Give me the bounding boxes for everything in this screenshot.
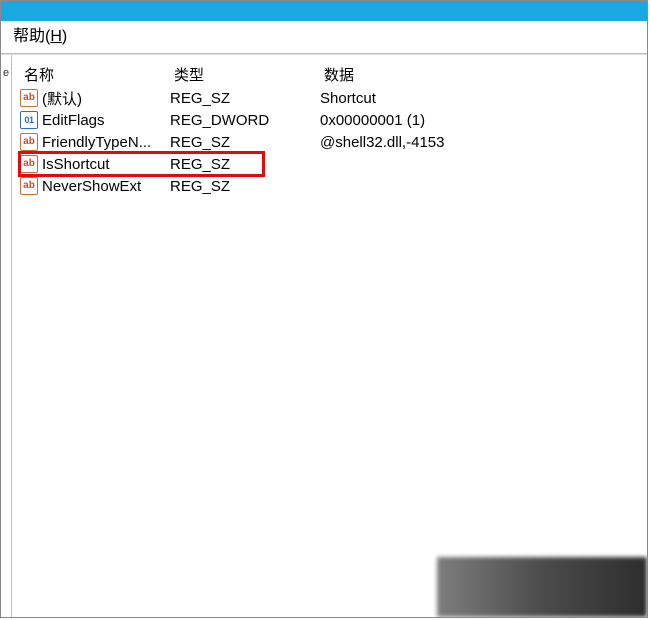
cell-name: (默认) xyxy=(18,88,170,109)
value-row[interactable]: NeverShowExt REG_SZ xyxy=(18,175,647,197)
column-headers: 名称 类型 数据 xyxy=(18,55,647,87)
value-name: NeverShowExt xyxy=(42,178,141,195)
value-name: EditFlags xyxy=(42,112,105,129)
cell-name: EditFlags xyxy=(18,111,170,129)
window-frame: 帮助(H) e 名称 类型 数据 (默认)REG_SZShortcutEditF… xyxy=(0,0,648,618)
cell-type: REG_SZ xyxy=(170,178,320,195)
cell-data: 0x00000001 (1) xyxy=(320,112,647,129)
value-name: (默认) xyxy=(42,88,82,109)
menu-help-label: 帮助 xyxy=(13,28,45,45)
cell-type: REG_DWORD xyxy=(170,112,320,129)
client-area: e 名称 类型 数据 (默认)REG_SZShortcutEditFlagsRE… xyxy=(1,54,647,617)
cell-name: IsShortcut xyxy=(18,155,170,173)
cell-type: REG_SZ xyxy=(170,90,320,107)
string-value-icon xyxy=(20,89,38,107)
string-value-icon xyxy=(20,177,38,195)
cell-data: @shell32.dll,-4153 xyxy=(320,134,647,151)
cell-data: Shortcut xyxy=(320,90,647,107)
tree-sliver-text: e xyxy=(3,67,9,79)
header-data[interactable]: 数据 xyxy=(324,64,647,85)
cell-type: REG_SZ xyxy=(170,156,320,173)
value-row[interactable]: EditFlags REG_DWORD0x00000001 (1) xyxy=(18,109,647,131)
menu-help[interactable]: 帮助(H) xyxy=(13,28,67,45)
value-row[interactable]: FriendlyTypeN... REG_SZ@shell32.dll,-4153 xyxy=(18,131,647,153)
corner-smudge xyxy=(437,557,647,617)
value-row[interactable]: (默认) REG_SZShortcut xyxy=(18,87,647,109)
menu-help-accel: H xyxy=(50,28,62,45)
cell-type: REG_SZ xyxy=(170,134,320,151)
header-type[interactable]: 类型 xyxy=(174,64,324,85)
value-row[interactable]: IsShortcut REG_SZ xyxy=(18,153,647,175)
string-value-icon xyxy=(20,155,38,173)
values-list: 名称 类型 数据 (默认)REG_SZShortcutEditFlagsREG_… xyxy=(18,55,647,617)
tree-pane-sliver[interactable]: e xyxy=(1,55,12,617)
value-name: IsShortcut xyxy=(42,156,110,173)
menubar: 帮助(H) xyxy=(1,21,647,54)
rows-container: (默认)REG_SZShortcutEditFlagsREG_DWORD0x00… xyxy=(18,87,647,197)
header-name[interactable]: 名称 xyxy=(18,64,174,85)
cell-name: FriendlyTypeN... xyxy=(18,133,170,151)
value-name: FriendlyTypeN... xyxy=(42,134,151,151)
window-titlebar[interactable] xyxy=(1,1,647,21)
string-value-icon xyxy=(20,133,38,151)
binary-value-icon xyxy=(20,111,38,129)
cell-name: NeverShowExt xyxy=(18,177,170,195)
